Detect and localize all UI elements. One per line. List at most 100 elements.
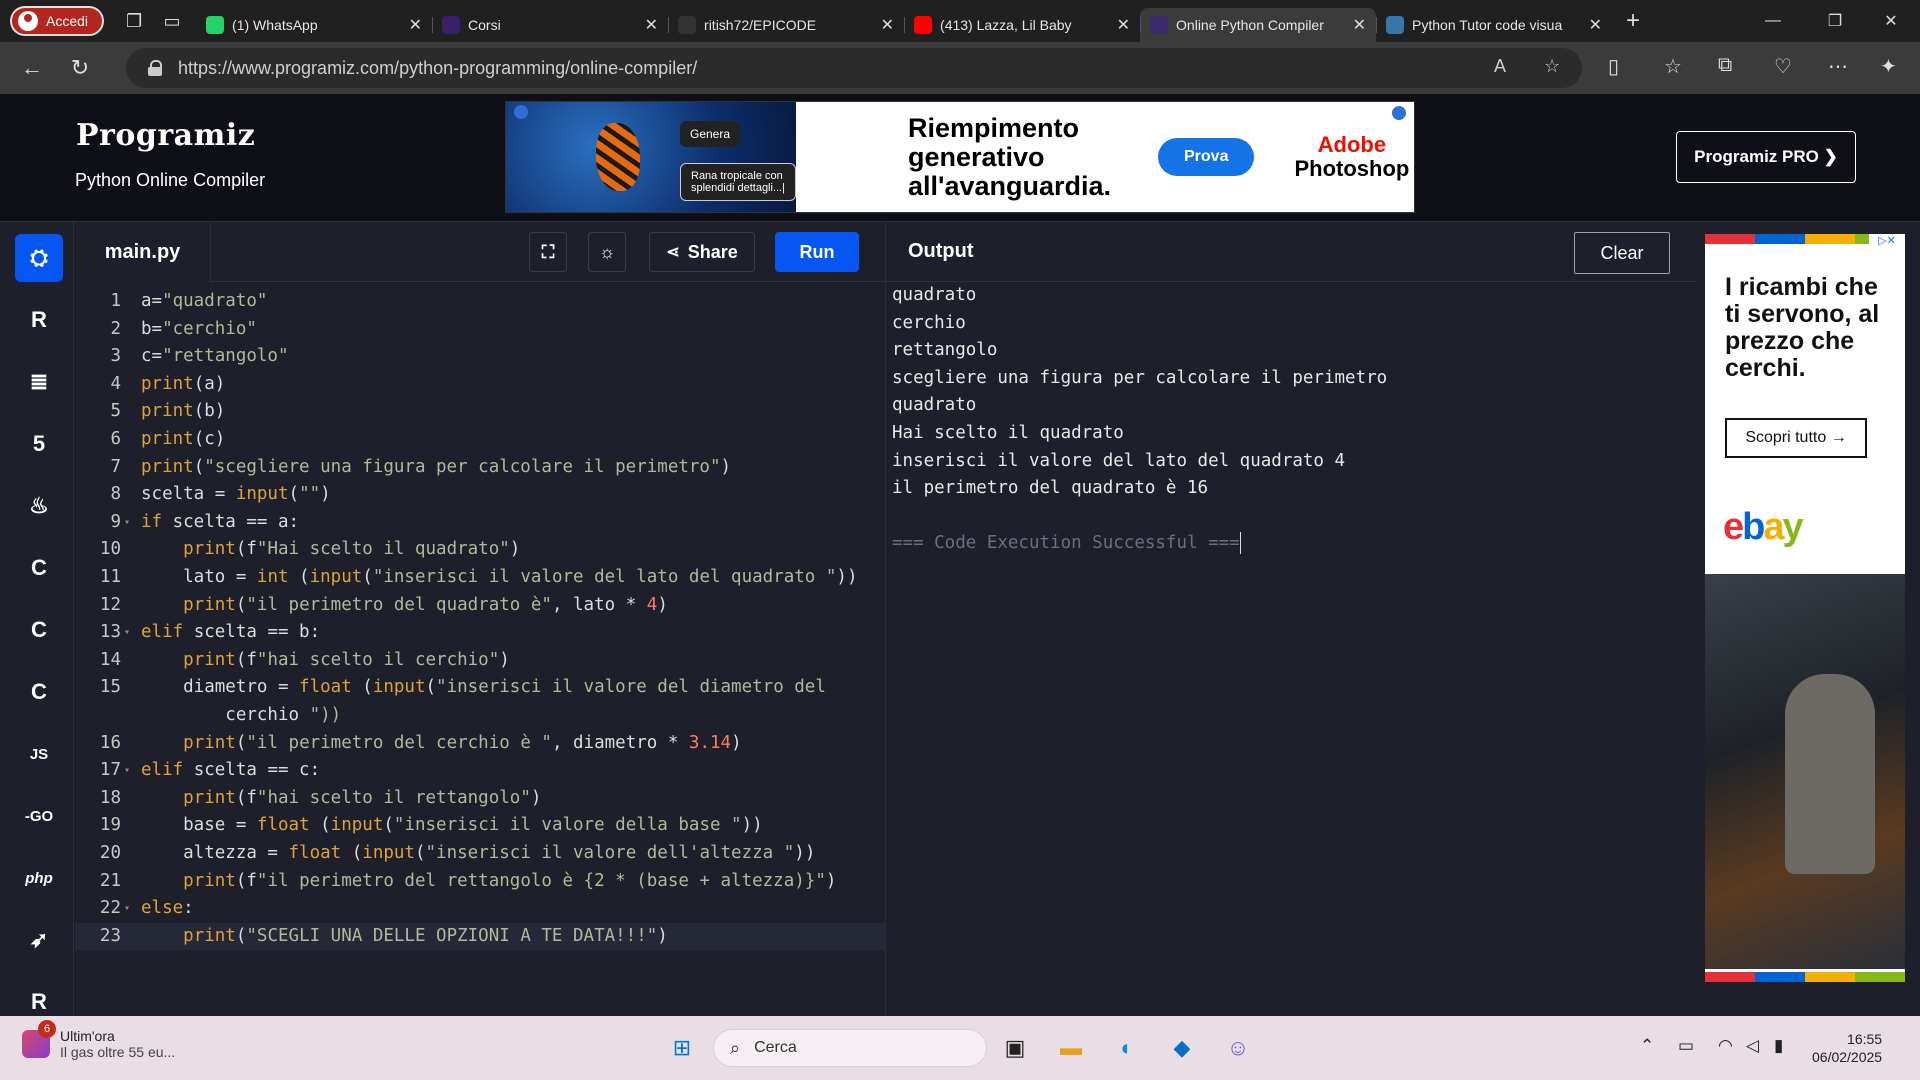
code-line[interactable]: 2 b="cerchio"	[75, 316, 885, 344]
back-button[interactable]: ←	[12, 48, 52, 88]
battery-icon[interactable]: ▮	[1774, 1036, 1783, 1056]
fold-toggle-icon[interactable]: ▾	[124, 757, 130, 785]
more-menu-icon[interactable]: ⋯	[1828, 54, 1848, 79]
close-tab-icon[interactable]: ✕	[881, 15, 894, 35]
code-line[interactable]: cerchio "))	[75, 702, 885, 730]
code-line[interactable]: 17 ▾ elif scelta == c:	[75, 757, 885, 785]
browser-tab[interactable]: Online Python Compiler ✕	[1140, 8, 1377, 42]
fold-toggle-icon[interactable]: ▾	[124, 895, 130, 923]
code-line[interactable]: 4 print(a)	[75, 371, 885, 399]
browser-tab[interactable]: Python Tutor code visua ✕	[1376, 8, 1612, 42]
language-php-button[interactable]: php	[15, 854, 63, 902]
vscode-icon[interactable]: ◆	[1164, 1030, 1200, 1066]
code-line[interactable]: 11 lato = int (input("inserisci il valor…	[75, 564, 885, 592]
split-screen-icon[interactable]: ▯	[1608, 54, 1619, 79]
close-window-button[interactable]: ✕	[1868, 0, 1914, 42]
tray-overflow-icon[interactable]: ⌃	[1640, 1036, 1654, 1056]
browser-tab[interactable]: (413) Lazza, Lil Baby ✕	[904, 8, 1140, 42]
browser-tab[interactable]: Corsi ✕	[432, 8, 668, 42]
code-area[interactable]: 1 a="quadrato" 2 b="cerchio" 3 c="rettangolo"…	[75, 282, 885, 1016]
language-sql-button[interactable]: ≣	[15, 358, 63, 406]
language-r-button[interactable]: R	[15, 296, 63, 344]
taskbar-search[interactable]: ⌕ Cerca	[713, 1029, 987, 1067]
language-js-button[interactable]: JS	[15, 730, 63, 778]
new-tab-button[interactable]: +	[1626, 7, 1640, 35]
close-tab-icon[interactable]: ✕	[1353, 15, 1366, 35]
ad-cta-button[interactable]: Prova	[1158, 138, 1255, 176]
favorite-star-icon[interactable]: ☆	[1544, 56, 1560, 77]
side-ad-cta-button[interactable]: Scopri tutto →	[1725, 418, 1867, 458]
language-python-button[interactable]: ⛭	[15, 234, 63, 282]
code-line[interactable]: 13 ▾ elif scelta == b:	[75, 619, 885, 647]
theme-toggle-button[interactable]: ☼	[588, 232, 626, 272]
output-console[interactable]: quadrato cerchio rettangolo scegliere una f…	[892, 282, 1387, 558]
programiz-pro-button[interactable]: Programiz PRO ❯	[1676, 131, 1856, 183]
code-line[interactable]: 18 print(f"hai scelto il rettangolo")	[75, 785, 885, 813]
profile-button[interactable]: Accedi	[10, 6, 105, 36]
read-aloud-icon[interactable]: A	[1494, 56, 1506, 77]
wifi-icon[interactable]: ◠	[1718, 1036, 1733, 1056]
code-line[interactable]: 5 print(b)	[75, 398, 885, 426]
language-java-button[interactable]: ♨	[15, 482, 63, 530]
tab-actions-icon[interactable]: ▭	[156, 5, 188, 37]
code-line[interactable]: 21 print(f"il perimetro del rettangolo è…	[75, 868, 885, 896]
browser-tab[interactable]: (1) WhatsApp ✕	[196, 8, 432, 42]
side-ad[interactable]: ▷✕ I ricambi che ti servono, al prezzo c…	[1705, 234, 1905, 982]
code-line[interactable]: 3 c="rettangolo"	[75, 343, 885, 371]
clear-button[interactable]: Clear	[1574, 232, 1670, 274]
fullscreen-button[interactable]: ⛶	[529, 232, 567, 272]
refresh-button[interactable]: ↻	[60, 48, 100, 88]
code-line[interactable]: 1 a="quadrato"	[75, 288, 885, 316]
taskbar-clock[interactable]: 16:55 06/02/2025	[1812, 1030, 1882, 1066]
news-widget[interactable]: 6 Ultim'ora Il gas oltre 55 eu...	[22, 1020, 175, 1060]
browser-essentials-icon[interactable]: ♡	[1774, 54, 1792, 79]
share-button[interactable]: ⋖ Share	[649, 232, 755, 272]
code-line[interactable]: 10 print(f"Hai scelto il quadrato")	[75, 536, 885, 564]
language-go-button[interactable]: -GO	[15, 792, 63, 840]
code-line[interactable]: 15 diametro = float (input("inserisci il…	[75, 674, 885, 702]
language-c-button[interactable]: C	[15, 544, 63, 592]
task-view-icon[interactable]: ▣	[997, 1030, 1033, 1066]
code-line[interactable]: 7 print("scegliere una figura per calcola…	[75, 454, 885, 482]
code-line[interactable]: 20 altezza = float (input("inserisci il …	[75, 840, 885, 868]
language-swift-button[interactable]: ➶	[15, 916, 63, 964]
language-html-button[interactable]: 5	[15, 420, 63, 468]
close-tab-icon[interactable]: ✕	[1117, 15, 1130, 35]
close-tab-icon[interactable]: ✕	[645, 15, 658, 35]
run-button[interactable]: Run	[775, 232, 859, 272]
programiz-logo[interactable]: Programiz	[76, 118, 255, 153]
discord-icon[interactable]: ☺	[1220, 1030, 1256, 1066]
maximize-button[interactable]: ❐	[1812, 0, 1858, 42]
ad-info-icon[interactable]	[514, 105, 528, 119]
tray-device-icon[interactable]: ▭	[1678, 1036, 1694, 1056]
code-line[interactable]: 19 base = float (input("inserisci il val…	[75, 812, 885, 840]
fold-toggle-icon[interactable]: ▾	[124, 619, 130, 647]
file-tab-main[interactable]: main.py	[75, 222, 211, 282]
file-explorer-icon[interactable]: ▬	[1053, 1030, 1089, 1066]
code-line[interactable]: 8 scelta = input("")	[75, 481, 885, 509]
code-line[interactable]: 14 print(f"hai scelto il cerchio")	[75, 647, 885, 675]
adchoices-close-icon[interactable]: ▷✕	[1869, 234, 1905, 250]
code-line[interactable]: 12 print("il perimetro del quadrato è", …	[75, 592, 885, 620]
code-line[interactable]: 22 ▾ else:	[75, 895, 885, 923]
code-line[interactable]: 23 print("SCEGLI UNA DELLE OPZIONI A TE …	[75, 922, 885, 951]
edge-icon[interactable]: ◐	[1109, 1030, 1145, 1066]
banner-ad[interactable]: Genera Rana tropicale con splendidi dett…	[505, 101, 1415, 213]
workspaces-icon[interactable]: ❐	[118, 5, 150, 37]
start-windows-icon[interactable]: ⊞	[664, 1030, 700, 1066]
url-field[interactable]: https://www.programiz.com/python-program…	[126, 48, 1582, 88]
close-tab-icon[interactable]: ✕	[409, 15, 422, 35]
volume-icon[interactable]: ◁	[1746, 1036, 1759, 1056]
language-csharp-button[interactable]: C	[15, 668, 63, 716]
minimize-button[interactable]: —	[1750, 0, 1796, 42]
code-line[interactable]: 16 print("il perimetro del cerchio è ", …	[75, 730, 885, 758]
code-line[interactable]: 9 ▾ if scelta == a:	[75, 509, 885, 537]
language-cpp-button[interactable]: C	[15, 606, 63, 654]
browser-tab[interactable]: ritish72/EPICODE ✕	[668, 8, 904, 42]
favorites-icon[interactable]: ☆	[1664, 54, 1682, 79]
adchoices-icon[interactable]	[1392, 106, 1406, 120]
close-tab-icon[interactable]: ✕	[1589, 15, 1602, 35]
code-line[interactable]: 6 print(c)	[75, 426, 885, 454]
copilot-icon[interactable]: ✦	[1880, 54, 1897, 79]
fold-toggle-icon[interactable]: ▾	[124, 509, 130, 537]
